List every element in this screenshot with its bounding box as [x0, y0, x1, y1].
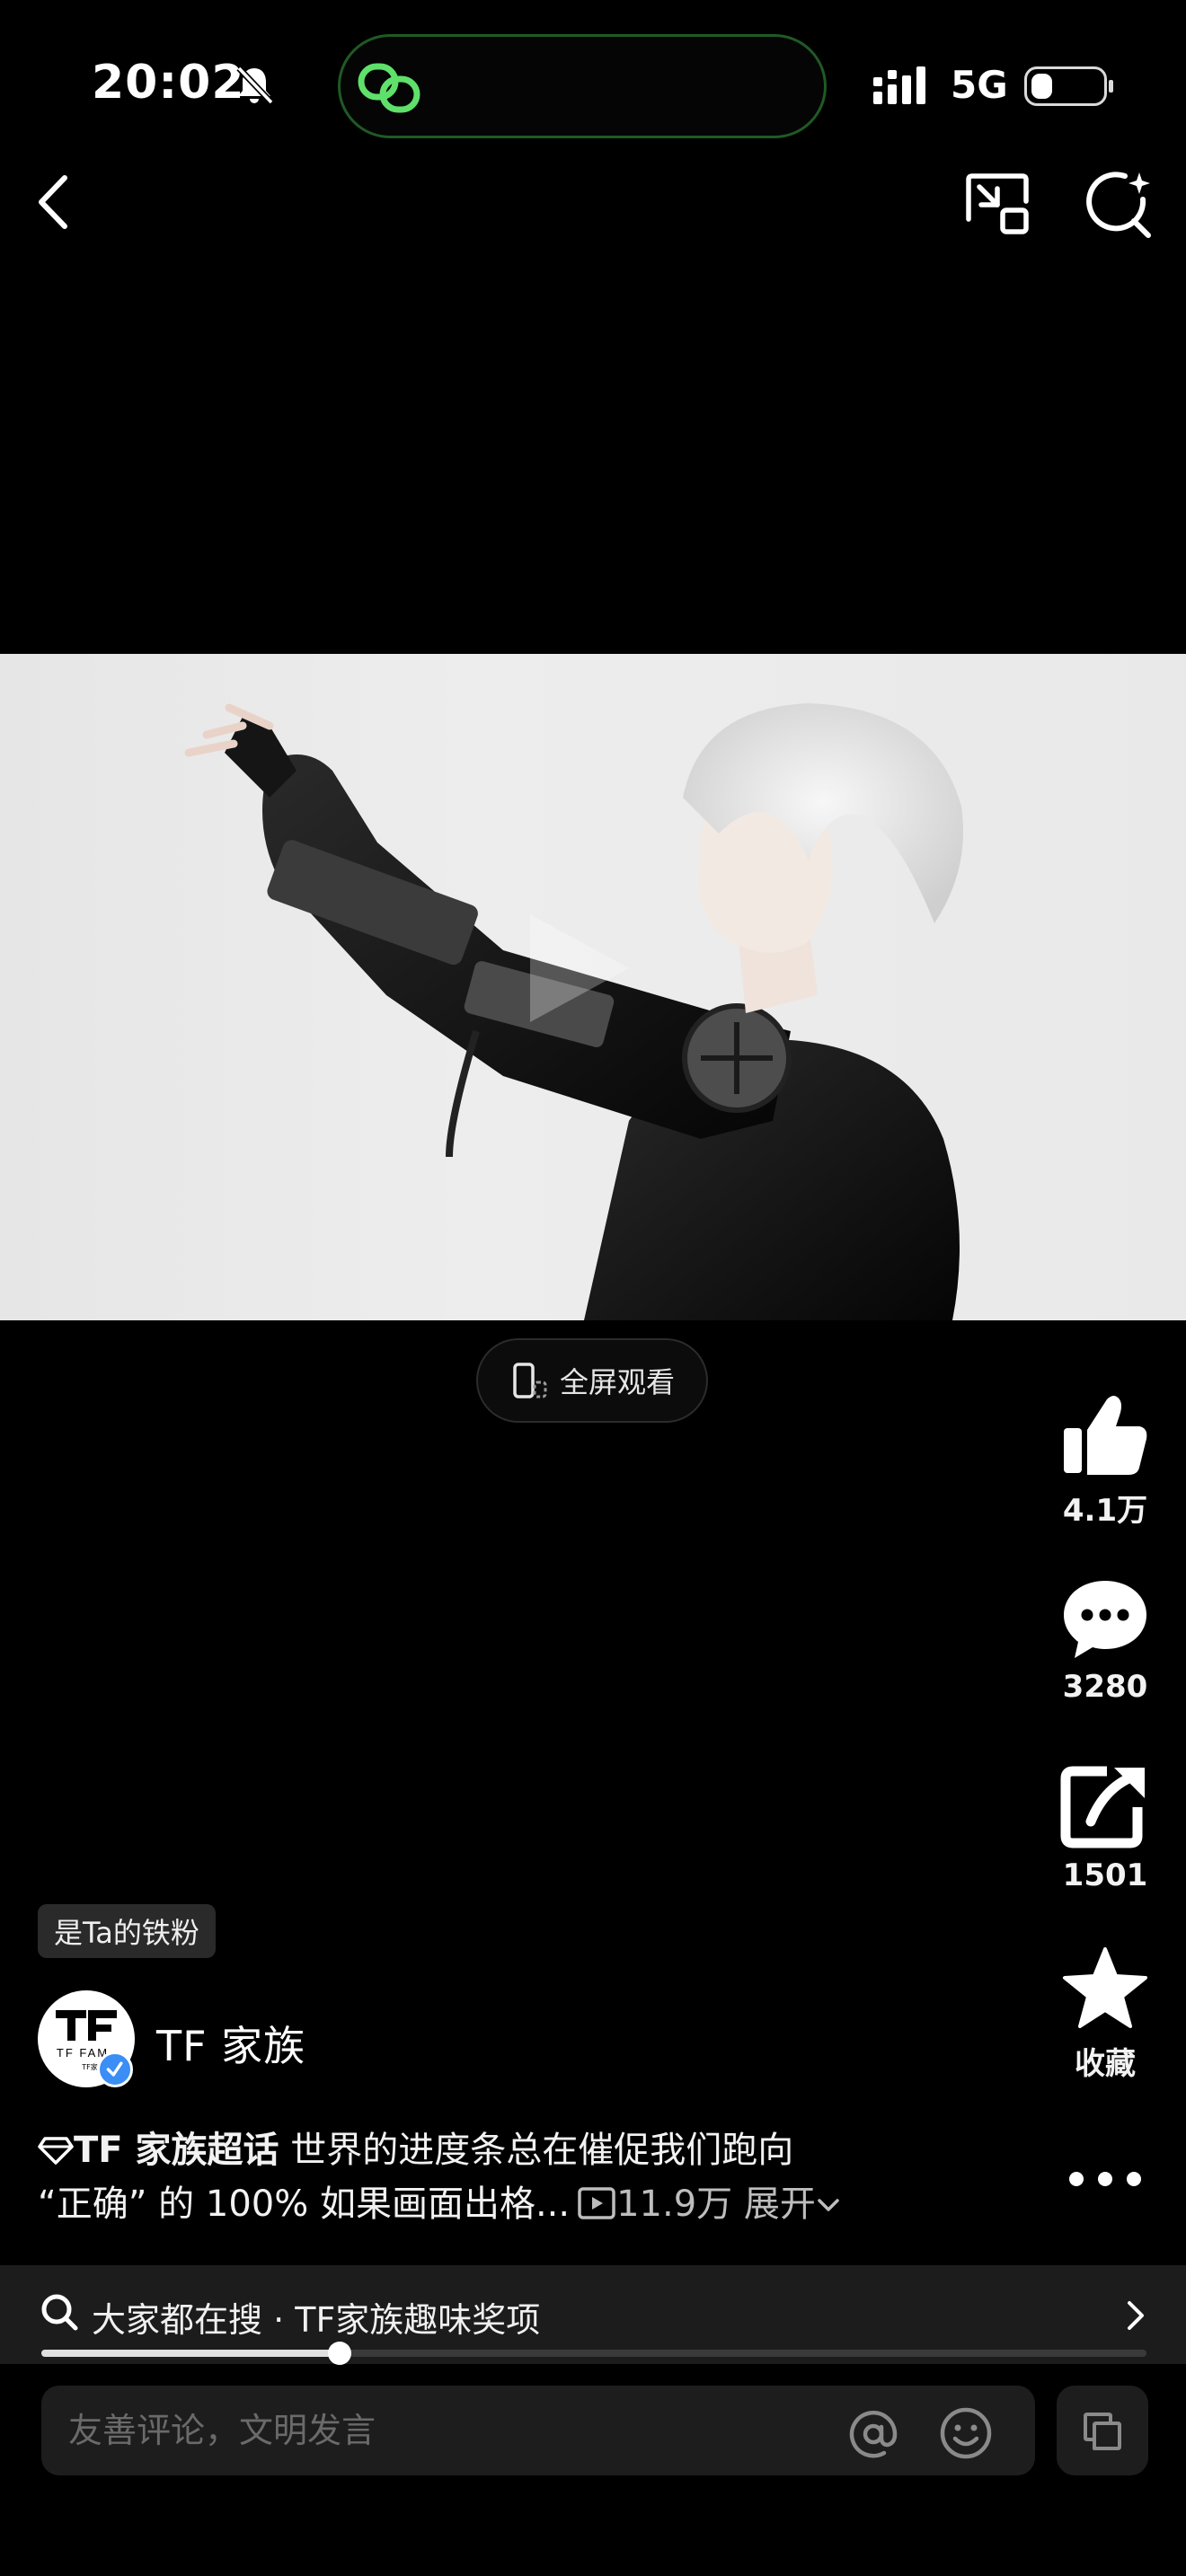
- comment-bubble-icon: [1064, 1581, 1146, 1658]
- expand-icon: [1084, 2413, 1121, 2450]
- search-icon: [41, 2294, 78, 2331]
- progress-fill: [41, 2350, 341, 2357]
- rotate-phone-icon: [513, 1363, 547, 1398]
- share-icon: [1060, 1766, 1145, 1848]
- link-rings-icon: [358, 63, 420, 113]
- comment-box: [41, 2386, 1035, 2475]
- more-options-button[interactable]: [1066, 2161, 1145, 2197]
- star-icon: [1063, 1947, 1147, 2028]
- comment-count: 3280: [1062, 1669, 1148, 1705]
- fan-badge: 是Ta的铁粉: [38, 1904, 216, 1958]
- bell-off-icon: [236, 66, 274, 105]
- author-name[interactable]: TF 家族: [156, 2014, 305, 2073]
- verified-badge-icon: [97, 2051, 133, 2087]
- share-button[interactable]: 1501: [1051, 1762, 1159, 1893]
- progress-handle[interactable]: [328, 2342, 352, 2365]
- picture-in-picture-button[interactable]: [961, 171, 1033, 237]
- comment-button[interactable]: 3280: [1051, 1574, 1159, 1705]
- favorite-label: 收藏: [1075, 2046, 1136, 2082]
- search-suggestion-text: 大家都在搜 · TF家族趣味奖项: [92, 2300, 541, 2340]
- view-count: 11.9万: [616, 2183, 733, 2225]
- video-caption: TF 家族超话 世界的进度条总在催促我们跑向 “正确” 的 100% 如果画面出…: [38, 2123, 990, 2231]
- expand-label: 展开: [743, 2183, 816, 2225]
- expand-comments-button[interactable]: [1057, 2386, 1148, 2475]
- video-player[interactable]: [0, 654, 1186, 1320]
- cellular-signal-icon: [873, 66, 925, 104]
- expand-caption-button[interactable]: 展开: [744, 2183, 841, 2225]
- play-count-icon: [578, 2187, 615, 2219]
- fullscreen-button[interactable]: 全屏观看: [476, 1338, 708, 1423]
- video-progress-bar[interactable]: [41, 2342, 1146, 2365]
- diamond-icon: [38, 2137, 74, 2165]
- battery-icon: [1024, 66, 1113, 106]
- caption-line1: 世界的进度条总在催促我们跑向: [279, 2130, 794, 2171]
- ai-search-button[interactable]: [1084, 169, 1155, 241]
- chevron-down-icon: [818, 2199, 839, 2211]
- network-type: 5G: [951, 63, 1008, 107]
- video-frame-image: [184, 703, 963, 1320]
- like-button[interactable]: 4.1万: [1051, 1390, 1159, 1530]
- share-count: 1501: [1062, 1857, 1148, 1893]
- mention-button[interactable]: [846, 2407, 900, 2461]
- fullscreen-label: 全屏观看: [559, 1365, 675, 1399]
- thumbs-up-icon: [1064, 1396, 1147, 1475]
- status-time: 20:02: [92, 56, 245, 110]
- back-button[interactable]: [27, 171, 81, 234]
- caption-line2: “正确” 的 100% 如果画面出格...: [38, 2183, 571, 2225]
- topic-link[interactable]: TF 家族超话: [74, 2130, 279, 2171]
- favorite-button[interactable]: 收藏: [1051, 1944, 1159, 2083]
- chevron-right-icon: [1128, 2301, 1144, 2330]
- comment-input[interactable]: [68, 2386, 841, 2475]
- emoji-button[interactable]: [938, 2405, 994, 2461]
- like-count: 4.1万: [1062, 1493, 1148, 1529]
